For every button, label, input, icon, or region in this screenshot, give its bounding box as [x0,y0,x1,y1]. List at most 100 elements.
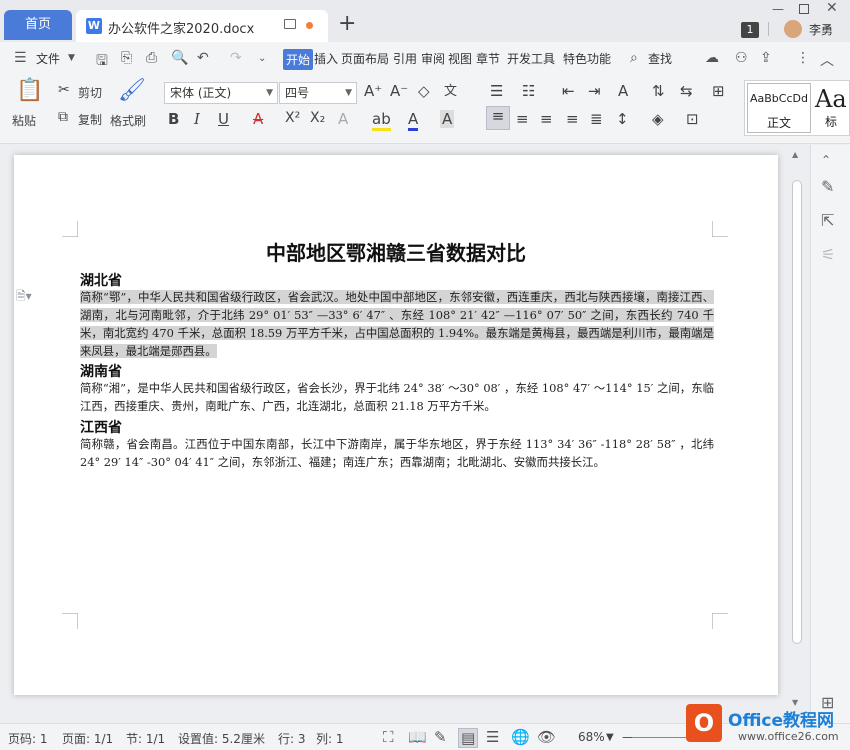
superscript-icon[interactable]: X² [285,110,300,126]
highlight-icon[interactable]: ab [372,110,391,131]
customize-chevron-icon[interactable]: ⌄ [258,53,266,64]
bold-icon[interactable]: B [168,110,179,128]
strikethrough-icon[interactable]: A [253,110,263,128]
status-pages[interactable]: 页面: 1/1 [62,730,113,747]
cloud-sync-icon[interactable]: ☁ [705,50,719,66]
menu-tab-chapter[interactable]: 章节 [476,50,500,67]
sort-icon[interactable]: ⇅ [652,82,665,100]
page-view-icon[interactable]: ▤ [458,728,479,748]
font-size-select[interactable]: 四号 ▼ [279,82,357,104]
section-paragraph[interactable]: 简称“鄂”，中华人民共和国省级行政区，省会武汉。地处中国中部地区，东邻安徽，西连… [80,288,714,360]
cut-button[interactable]: 剪切 [78,84,102,101]
menu-tab-view[interactable]: 视图 [448,50,472,67]
maximize-icon[interactable] [799,4,809,14]
align-right-icon[interactable]: ≡ [540,110,553,128]
search-button[interactable]: 查找 [648,50,672,67]
fullscreen-icon[interactable]: ⛶ [383,728,394,746]
underline-icon[interactable]: U [218,110,229,128]
cursor-icon[interactable]: ⇱ [821,211,834,230]
outline-view-icon[interactable]: ☰ [486,728,499,746]
undo-icon[interactable]: ↶ [197,50,209,66]
status-row[interactable]: 行: 3 [278,730,306,747]
paste-button[interactable]: 粘贴 [12,112,36,129]
scissors-icon[interactable]: ✂ [58,82,70,98]
paste-icon[interactable]: 📋 [16,78,43,103]
grow-font-icon[interactable]: A⁺ [364,82,382,100]
export-pdf-icon[interactable]: ⎘ [121,50,132,66]
shading-icon[interactable]: ◈ [652,110,664,128]
scroll-up-icon[interactable]: ▲ [792,150,798,159]
menu-tab-layout[interactable]: 页面布局 [341,50,389,67]
more-options-icon[interactable]: ⋮ [796,50,810,66]
copy-button[interactable]: 复制 [78,111,102,128]
vertical-scrollbar[interactable]: ▲ ▼ [790,150,804,710]
table-borders-icon[interactable]: ⊞ [712,82,725,100]
selected-text[interactable]: 简称“鄂”，中华人民共和国省级行政区，省会武汉。地处中国中部地区，东邻安徽，西连… [80,290,714,358]
section-heading[interactable]: 湖南省 [80,361,122,381]
menu-tab-special[interactable]: 特色功能 [563,50,611,67]
eye-protect-icon[interactable]: 👁 [537,728,556,746]
status-section[interactable]: 节: 1/1 [126,730,165,747]
chevron-down-icon[interactable]: ▼ [606,732,614,743]
section-paragraph[interactable]: 简称“湘”，是中华人民共和国省级行政区，省会长沙，界于北纬 24° 38′ ～3… [80,379,714,415]
numbered-list-icon[interactable]: ☷ [522,82,535,100]
document-title[interactable]: 中部地区鄂湘赣三省数据对比 [14,237,778,266]
print-icon[interactable]: ⎙ [146,50,157,66]
chevron-down-icon[interactable]: ▼ [68,53,75,63]
section-paragraph[interactable]: 简称赣，省会南昌。江西位于中国东南部，长江中下游南岸，属于华东地区，界于东经 1… [80,435,714,471]
bullet-list-icon[interactable]: ☰ [490,82,503,100]
monitor-icon[interactable] [284,19,296,29]
style-heading-label[interactable]: 标 [825,113,837,130]
pen-icon[interactable]: ✎ [821,177,834,196]
minimize-icon[interactable]: — [772,2,784,16]
text-effect-icon[interactable]: A [338,110,348,128]
format-painter-icon[interactable]: 🖌 [118,78,146,103]
menu-file[interactable]: 文件 [36,50,60,67]
font-name-select[interactable]: 宋体 (正文) ▼ [164,82,278,104]
shrink-font-icon[interactable]: A⁻ [390,82,408,100]
reading-mode-icon[interactable]: 📖 [408,728,427,746]
user-name[interactable]: 李勇 [809,21,833,38]
borders-icon[interactable]: ⊡ [686,110,699,128]
menu-tab-review[interactable]: 审阅 [421,50,445,67]
style-heading-sample[interactable]: Aa [815,85,847,113]
share-icon[interactable]: ⇪ [760,50,772,66]
align-left-icon[interactable]: ≡ [486,106,510,130]
increase-indent-icon[interactable]: ⇥ [588,82,601,100]
decrease-indent-icon[interactable]: ⇤ [562,82,575,100]
italic-icon[interactable]: I [194,110,200,128]
tab-home[interactable]: 首页 [4,10,72,40]
style-normal[interactable]: AaBbCcDd 正文 [747,83,811,133]
show-marks-icon[interactable]: ⇆ [680,82,693,100]
section-heading[interactable]: 湖北省 [80,270,122,290]
char-shading-icon[interactable]: A [440,110,455,128]
write-mode-icon[interactable]: ✎ [434,728,447,746]
align-center-icon[interactable]: ≡ [516,110,529,128]
collapse-ribbon-icon[interactable]: ︿ [820,50,834,70]
tab-document[interactable]: W 办公软件之家2020.docx [76,10,328,42]
adjust-icon[interactable]: ⚟ [821,245,835,264]
window-count-badge[interactable]: 1 [741,22,759,38]
zoom-level[interactable]: 68% [578,730,605,744]
collaborate-icon[interactable]: ⚇ [735,50,748,66]
status-column[interactable]: 列: 1 [316,730,344,747]
format-painter-button[interactable]: 格式刷 [110,112,146,129]
justify-icon[interactable]: ≡ [566,110,579,128]
menu-tab-developer[interactable]: 开发工具 [507,50,555,67]
clear-format-icon[interactable]: ◇ [418,82,430,100]
section-heading[interactable]: 江西省 [80,417,122,437]
copy-icon[interactable]: ⧉ [58,109,68,125]
phonetic-guide-icon[interactable]: 文 [444,80,457,99]
new-tab-button[interactable]: + [338,12,356,36]
font-color-icon[interactable]: A [408,110,419,131]
panel-collapse-icon[interactable]: ⌃ [821,153,831,167]
status-page-number[interactable]: 页码: 1 [8,730,48,747]
menu-tab-start[interactable]: 开始 [283,49,314,70]
chinese-layout-icon[interactable]: A [618,82,628,100]
save-icon[interactable]: 🖫 [96,50,108,74]
hamburger-menu-icon[interactable]: ☰ [14,50,27,66]
distributed-icon[interactable]: ≣ [590,110,603,128]
document-page[interactable]: 中部地区鄂湘赣三省数据对比 湖北省 简称“鄂”，中华人民共和国省级行政区，省会武… [14,155,778,695]
menu-tab-references[interactable]: 引用 [393,50,417,67]
subscript-icon[interactable]: X₂ [310,110,325,126]
